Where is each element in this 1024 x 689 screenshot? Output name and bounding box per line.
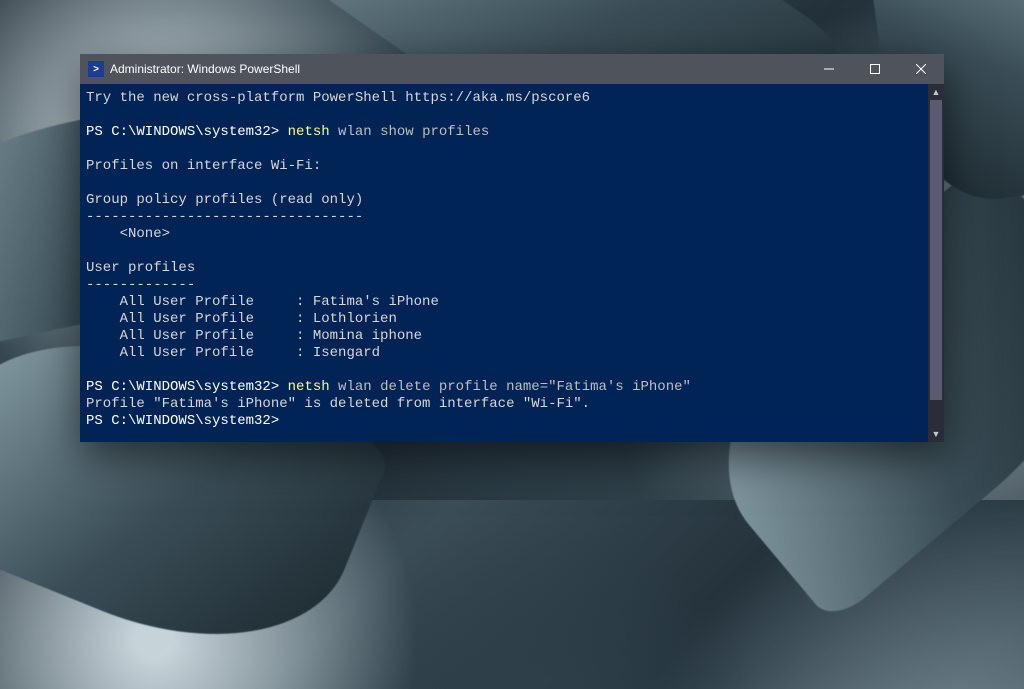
scroll-thumb[interactable]	[930, 100, 942, 400]
prompt-2: PS C:\WINDOWS\system32>	[86, 379, 279, 395]
cmd1-exe: netsh	[288, 124, 330, 140]
group-header: Group policy profiles (read only)	[86, 192, 363, 208]
delete-result: Profile "Fatima's iPhone" is deleted fro…	[86, 396, 590, 412]
banner-line: Try the new cross-platform PowerShell ht…	[86, 90, 590, 106]
scroll-down-arrow-icon[interactable]: ▼	[928, 426, 944, 442]
cmd2-rest: wlan delete profile name="Fatima's iPhon…	[330, 379, 691, 395]
user-profile-row: All User Profile : Fatima's iPhone	[86, 294, 439, 310]
user-header: User profiles	[86, 260, 195, 276]
user-profile-row: All User Profile : Isengard	[86, 345, 380, 361]
maximize-button[interactable]	[852, 54, 898, 84]
group-none: <None>	[86, 226, 170, 242]
window-title: Administrator: Windows PowerShell	[110, 62, 300, 76]
minimize-button[interactable]	[806, 54, 852, 84]
vertical-scrollbar[interactable]: ▲ ▼	[928, 84, 944, 442]
minimize-icon	[824, 64, 834, 74]
prompt-1: PS C:\WINDOWS\system32>	[86, 124, 279, 140]
user-profile-row: All User Profile : Lothlorien	[86, 311, 397, 327]
prompt-3: PS C:\WINDOWS\system32>	[86, 413, 279, 429]
cmd2-exe: netsh	[288, 379, 330, 395]
user-profile-row: All User Profile : Momina iphone	[86, 328, 422, 344]
powershell-icon: >	[88, 61, 104, 77]
powershell-window: > Administrator: Windows PowerShell Try …	[80, 54, 944, 442]
profiles-header: Profiles on interface Wi-Fi:	[86, 158, 321, 174]
group-dash: ---------------------------------	[86, 209, 363, 225]
terminal-output[interactable]: Try the new cross-platform PowerShell ht…	[80, 84, 928, 442]
close-icon	[916, 64, 926, 74]
maximize-icon	[870, 64, 880, 74]
scroll-up-arrow-icon[interactable]: ▲	[928, 84, 944, 100]
titlebar[interactable]: > Administrator: Windows PowerShell	[80, 54, 944, 84]
user-dash: -------------	[86, 277, 195, 293]
cmd1-rest: wlan show profiles	[330, 124, 490, 140]
close-button[interactable]	[898, 54, 944, 84]
